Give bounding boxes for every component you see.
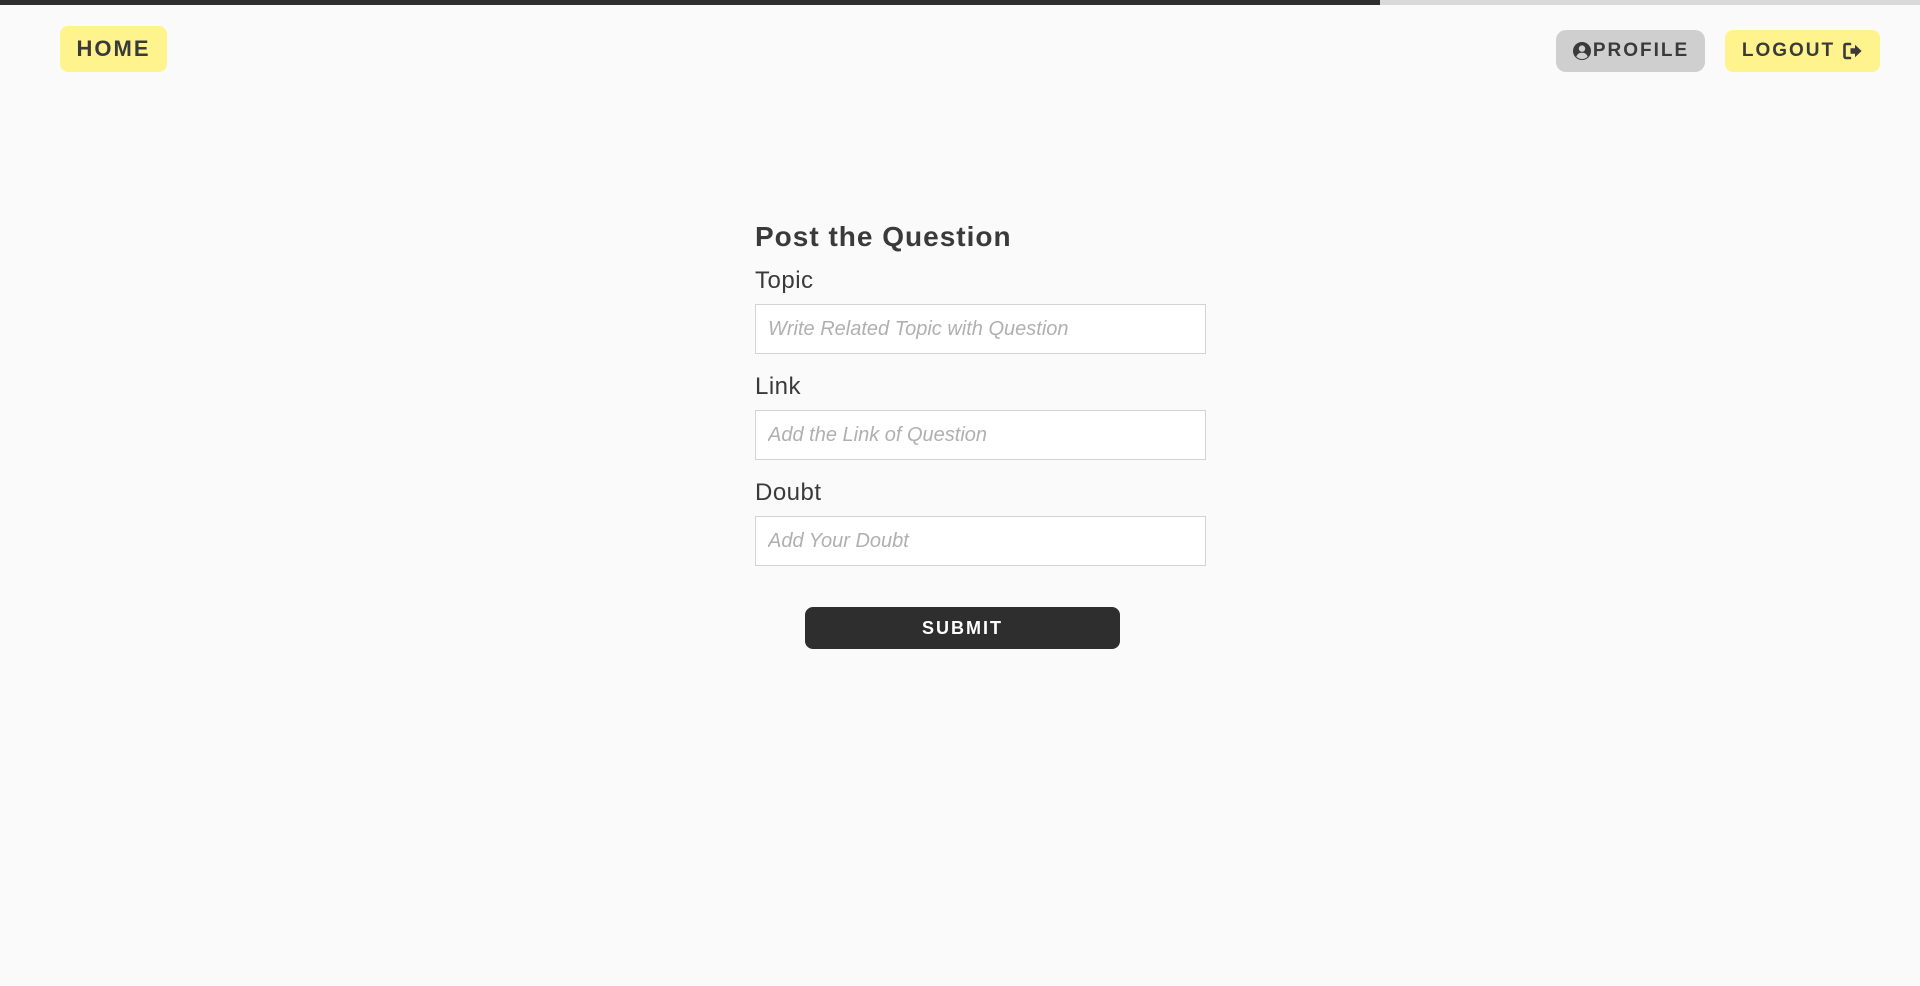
topic-label: Topic <box>755 267 814 294</box>
topic-input[interactable] <box>755 304 1206 354</box>
profile-button-label: PROFILE <box>1592 40 1690 61</box>
sign-out-icon <box>1843 42 1863 60</box>
post-question-form: Post the Question Topic Link Doubt <box>755 218 1206 566</box>
top-bar-strip-end <box>1380 0 1920 5</box>
logout-button[interactable]: LOGOUT <box>1725 30 1880 72</box>
doubt-input[interactable] <box>755 516 1206 566</box>
link-label: Link <box>755 373 802 400</box>
profile-button[interactable]: PROFILE <box>1556 30 1705 72</box>
form-title: Post the Question <box>755 221 1012 252</box>
home-button-label: HOME <box>76 36 151 61</box>
home-button[interactable]: HOME <box>60 26 167 72</box>
user-circle-icon <box>1572 41 1592 61</box>
doubt-label: Doubt <box>755 479 822 506</box>
top-bar-strip <box>0 0 1920 5</box>
logout-button-label: LOGOUT <box>1741 40 1836 61</box>
link-input[interactable] <box>755 410 1206 460</box>
submit-button[interactable]: SUBMIT <box>805 607 1120 649</box>
